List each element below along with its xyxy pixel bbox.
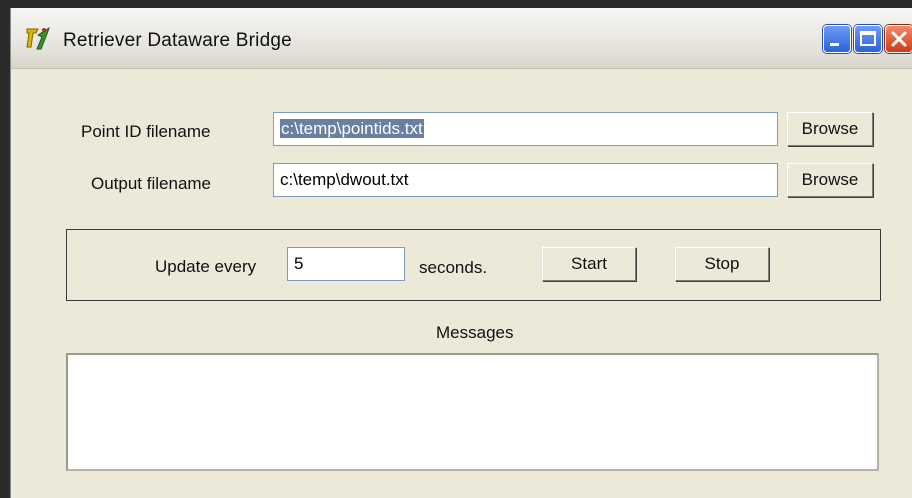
update-interval-input[interactable]: 5 [287,247,405,281]
update-every-label: Update every [155,257,257,276]
messages-label: Messages [436,323,514,342]
stop-button[interactable]: Stop [675,247,769,281]
title-bar[interactable]: Retriever Dataware Bridge [11,8,912,69]
close-button[interactable] [885,25,912,53]
maximize-icon [860,31,876,46]
window-title: Retriever Dataware Bridge [63,30,292,51]
output-input[interactable]: c:\temp\dwout.txt [273,163,778,197]
close-icon [891,31,907,47]
maximize-button[interactable] [854,25,882,53]
point-id-label: Point ID filename [81,122,211,141]
retriever-app-icon [25,25,51,51]
output-browse-button[interactable]: Browse [787,163,873,197]
form-content: Point ID filename c:\temp\pointids.txt B… [11,69,912,498]
update-group: Update every 5 seconds. Start Stop [66,229,881,301]
start-button[interactable]: Start [542,247,636,281]
minimize-button[interactable] [823,25,851,53]
minimize-icon [830,43,839,46]
messages-box[interactable] [66,353,879,471]
point-id-browse-button[interactable]: Browse [787,112,873,146]
output-label: Output filename [91,174,212,193]
point-id-selected-text: c:\temp\pointids.txt [280,119,424,138]
point-id-input[interactable]: c:\temp\pointids.txt [273,112,778,146]
seconds-label: seconds. [419,258,488,277]
app-window: Retriever Dataware Bridge Point ID filen… [10,8,912,498]
